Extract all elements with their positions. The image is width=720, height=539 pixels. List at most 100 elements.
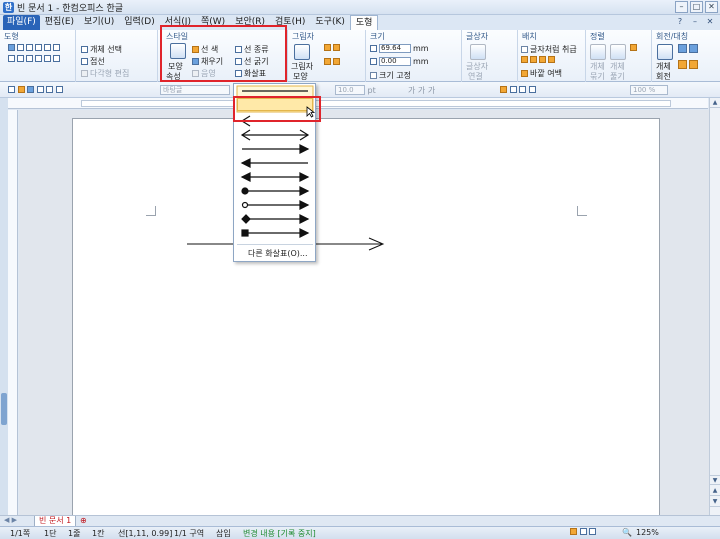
prev-page-icon[interactable]: ▲ [710,486,720,496]
arrow-option-dot[interactable] [237,184,313,197]
document-page[interactable] [72,118,660,515]
wrap-behind-icon[interactable] [539,56,546,63]
group-objects-icon[interactable] [590,44,606,60]
print-icon[interactable] [36,86,44,93]
arrow-option-left-filled[interactable] [237,156,313,169]
shadow-right-icon[interactable] [333,58,340,65]
vertical-scrollbar[interactable]: ▲ ▼ ▲ ▼ [709,98,720,515]
menu-edit[interactable]: 편집(E) [40,15,79,30]
rotate-icon[interactable] [657,44,673,60]
arrow-option-right-filled[interactable] [237,142,313,155]
width-field[interactable]: 69.64 mm [370,44,429,53]
rotate-label2[interactable]: 회전 [656,71,671,82]
menu-insert[interactable]: 입력(D) [119,15,160,30]
menu-shape[interactable]: 도형 [349,15,379,30]
arrow-option-circle[interactable] [237,198,313,211]
close-icon[interactable]: ✕ [705,1,718,13]
group-select-button[interactable]: 개체 선택 [81,44,122,55]
arrow-option-both[interactable] [237,128,313,141]
ribbon-minimize-icon[interactable]: – [689,16,701,28]
status-mode[interactable]: 삽입 [216,528,231,539]
align-toolbar-buttons[interactable] [500,85,536,94]
menu-tools[interactable]: 도구(K) [310,15,350,30]
menu-view[interactable]: 보기(U) [79,15,119,30]
height-input[interactable]: 0.00 [379,57,411,66]
ribbon-close-icon[interactable]: ✕ [704,16,716,28]
shape-gallery-row2[interactable] [8,55,60,62]
maximize-icon[interactable]: □ [690,1,703,13]
font-size-select[interactable]: 10.0 pt [335,85,376,95]
rounded-rect-icon[interactable] [26,44,33,51]
wrap-style-buttons[interactable] [521,56,555,63]
size-fix-checkbox[interactable]: 크기 고정 [370,70,411,81]
shadow-down-icon[interactable] [333,44,340,51]
line-spacing-select[interactable]: 100 % [630,85,668,95]
bold-icon[interactable]: 가 [408,85,415,96]
document-area[interactable] [19,110,709,515]
status-track-changes[interactable]: 변경 내용 [기록 중지] [243,528,316,539]
rotate-right-icon[interactable] [689,44,698,53]
bold-italic-buttons[interactable]: 가 가 가 [408,85,435,96]
ellipse-icon[interactable] [35,44,42,51]
polyline-icon[interactable] [53,44,60,51]
status-zoom[interactable]: 125% [636,528,659,537]
shadow-icon[interactable] [294,44,310,60]
shadow-direction-buttons-2[interactable] [324,58,340,65]
scroll-down-icon[interactable]: ▼ [710,475,720,485]
view-normal-icon[interactable] [570,528,577,535]
flip-vertical-icon[interactable] [689,60,698,69]
curve-icon[interactable] [8,55,15,62]
align-right-icon[interactable] [519,86,527,93]
join-button[interactable]: 접선 [81,56,105,67]
scroll-up-icon[interactable]: ▲ [710,98,720,108]
square-icon[interactable] [17,44,24,51]
help-icon[interactable]: ? [674,16,686,28]
arrow-option-both-filled[interactable] [237,170,313,183]
italic-icon[interactable]: 가 [418,85,425,96]
other-arrows-item[interactable]: 다른 화살표(O)... [248,248,308,259]
side-handle[interactable] [1,393,7,425]
new-doc-icon[interactable] [8,86,15,93]
arrow-option-diamond[interactable] [237,212,313,225]
save-icon[interactable] [27,86,35,93]
tab-scroll-icon[interactable]: ◀ ▶ [4,516,17,524]
view-web-icon[interactable] [589,528,597,535]
flip-horizontal-icon[interactable] [678,60,687,69]
more-shapes-icon[interactable] [53,55,60,62]
align-buttons[interactable] [630,44,637,51]
view-page-icon[interactable] [579,528,587,535]
minimize-icon[interactable]: – [675,1,688,13]
rotate-left-icon[interactable] [678,44,687,53]
arrow-option-square[interactable] [237,226,313,239]
align-icon[interactable] [630,44,637,51]
new-tab-icon[interactable]: ⊕ [80,516,87,525]
shadow-left-icon[interactable] [324,58,331,65]
vertical-ruler[interactable] [8,110,18,515]
arc-icon[interactable] [17,55,24,62]
wrap-tight-icon[interactable] [530,56,537,63]
textbox-link-label[interactable]: 연결 [468,71,483,82]
next-page-icon[interactable]: ▼ [710,497,720,507]
textbox-icon[interactable] [470,44,486,60]
align-center-icon[interactable] [509,86,517,93]
size-fix-check-icon[interactable] [370,72,377,79]
ungroup-objects-icon[interactable] [610,44,626,60]
freeform-icon[interactable] [26,55,33,62]
shape-gallery[interactable] [8,44,60,51]
flip-buttons[interactable] [678,44,698,53]
treat-as-char-checkbox[interactable]: 글자처럼 취급 [521,44,577,55]
connector-icon[interactable] [35,55,42,62]
view-mode-icons[interactable] [570,528,597,537]
undo-icon[interactable] [46,86,54,93]
menu-file[interactable]: 파일(F) [3,15,40,30]
zoom-icon[interactable]: 🔍 [622,528,632,537]
redo-icon[interactable] [55,86,63,93]
scribble-icon[interactable] [44,55,51,62]
ungroup-objects-label2[interactable]: 풀기 [610,71,625,82]
wrap-front-icon[interactable] [548,56,555,63]
shadow-up-icon[interactable] [324,44,331,51]
polygon-edit-button[interactable]: 다각형 편집 [81,68,129,79]
open-folder-icon[interactable] [17,86,25,93]
treat-as-char-check-icon[interactable] [521,46,528,53]
shadow-shape-label[interactable]: 모양 [293,71,308,82]
